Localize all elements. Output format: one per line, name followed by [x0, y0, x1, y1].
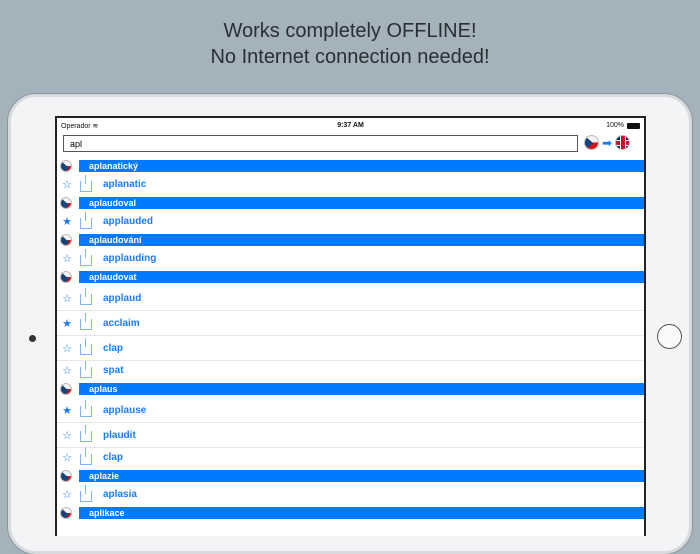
promo-headline: Works completely OFFLINE! No Internet co…: [0, 18, 700, 70]
translation: clap: [103, 452, 124, 463]
star-outline-icon[interactable]: ☆: [60, 292, 74, 305]
headword: aplazie: [79, 470, 644, 482]
translation-row[interactable]: ☆ applauding: [57, 248, 644, 268]
czech-flag-icon: [60, 507, 72, 519]
share-icon[interactable]: [80, 248, 92, 266]
app-screen: Operador ≋ 9:37 AM 100% ➡ aplanatický☆ap…: [55, 116, 646, 536]
share-icon[interactable]: [80, 338, 92, 355]
star-outline-icon[interactable]: ☆: [60, 429, 74, 442]
star-outline-icon[interactable]: ☆: [60, 178, 74, 191]
search-input[interactable]: [63, 135, 578, 152]
czech-headword-row[interactable]: aplaus: [57, 380, 644, 398]
czech-flag-icon: [60, 470, 72, 482]
headword: aplanatický: [79, 160, 644, 172]
share-icon[interactable]: [80, 484, 92, 502]
share-icon[interactable]: [80, 425, 92, 442]
star-filled-icon[interactable]: ★: [60, 317, 74, 330]
czech-flag-icon: [60, 383, 72, 395]
czech-flag-icon: [60, 160, 72, 172]
results-list: aplanatický ☆ aplanatic aplaudoval ★ applaude…: [57, 157, 644, 522]
star-outline-icon[interactable]: ☆: [60, 488, 74, 501]
czech-headword-row[interactable]: aplaudoval: [57, 194, 644, 212]
share-icon[interactable]: [80, 211, 92, 229]
translation-row[interactable]: ☆ applaud: [57, 286, 644, 311]
headword: aplaus: [79, 383, 644, 395]
share-icon[interactable]: [80, 313, 92, 330]
translation: acclaim: [103, 317, 140, 329]
translation: applauding: [103, 253, 157, 264]
translation-row[interactable]: ☆ plaudit: [57, 423, 644, 448]
translation: applause: [103, 404, 147, 416]
star-outline-icon[interactable]: ☆: [60, 252, 74, 265]
battery-percent: 100%: [606, 122, 624, 129]
headword: aplikace: [79, 507, 644, 519]
translation: aplasia: [103, 489, 137, 500]
status-bar: Operador ≋ 9:37 AM 100%: [57, 118, 644, 133]
star-filled-icon[interactable]: ★: [60, 215, 74, 228]
headword: aplaudovat: [79, 271, 644, 283]
language-direction-button[interactable]: ➡: [584, 135, 631, 150]
headword: aplaudování: [79, 234, 644, 246]
share-icon[interactable]: [80, 288, 92, 305]
share-icon[interactable]: [80, 400, 92, 417]
czech-headword-row[interactable]: aplikace: [57, 504, 644, 522]
translation: clap: [103, 342, 124, 354]
star-filled-icon[interactable]: ★: [60, 404, 74, 417]
czech-flag-icon: [60, 271, 72, 283]
uk-flag-icon: [615, 135, 631, 150]
translation: aplanatic: [103, 179, 147, 190]
translation: spat: [103, 365, 124, 376]
battery-icon: [627, 122, 640, 129]
translation-row[interactable]: ☆ clap: [57, 336, 644, 361]
translation-row[interactable]: ☆ aplasia: [57, 484, 644, 504]
translation-row[interactable]: ★ applauded: [57, 211, 644, 231]
star-outline-icon[interactable]: ☆: [60, 451, 74, 464]
camera: [29, 335, 36, 342]
czech-headword-row[interactable]: aplazie: [57, 467, 644, 485]
translation-row[interactable]: ★ applause: [57, 398, 644, 423]
share-icon[interactable]: [80, 360, 92, 378]
translation: applaud: [103, 292, 142, 304]
translation-row[interactable]: ☆ spat: [57, 360, 644, 380]
headline-line-2: No Internet connection needed!: [210, 46, 490, 68]
home-button[interactable]: [657, 324, 682, 349]
star-outline-icon[interactable]: ☆: [60, 364, 74, 377]
translation: applauded: [103, 216, 154, 227]
czech-headword-row[interactable]: aplanatický: [57, 157, 644, 175]
translation-row[interactable]: ★ acclaim: [57, 311, 644, 336]
headword: aplaudoval: [79, 197, 644, 209]
clock: 9:37 AM: [337, 122, 364, 129]
czech-flag-icon: [60, 197, 72, 209]
share-icon[interactable]: [80, 447, 92, 465]
czech-flag-icon: [584, 135, 599, 150]
translation-row[interactable]: ☆ clap: [57, 447, 644, 467]
translation: plaudit: [103, 429, 136, 441]
headline-line-1: Works completely OFFLINE!: [223, 20, 477, 42]
star-outline-icon[interactable]: ☆: [60, 342, 74, 355]
translation-row[interactable]: ☆ aplanatic: [57, 174, 644, 194]
share-icon[interactable]: [80, 174, 92, 192]
arrow-right-icon: ➡: [602, 135, 613, 150]
czech-flag-icon: [60, 234, 72, 246]
czech-headword-row[interactable]: aplaudovat: [57, 268, 644, 286]
czech-headword-row[interactable]: aplaudování: [57, 231, 644, 249]
